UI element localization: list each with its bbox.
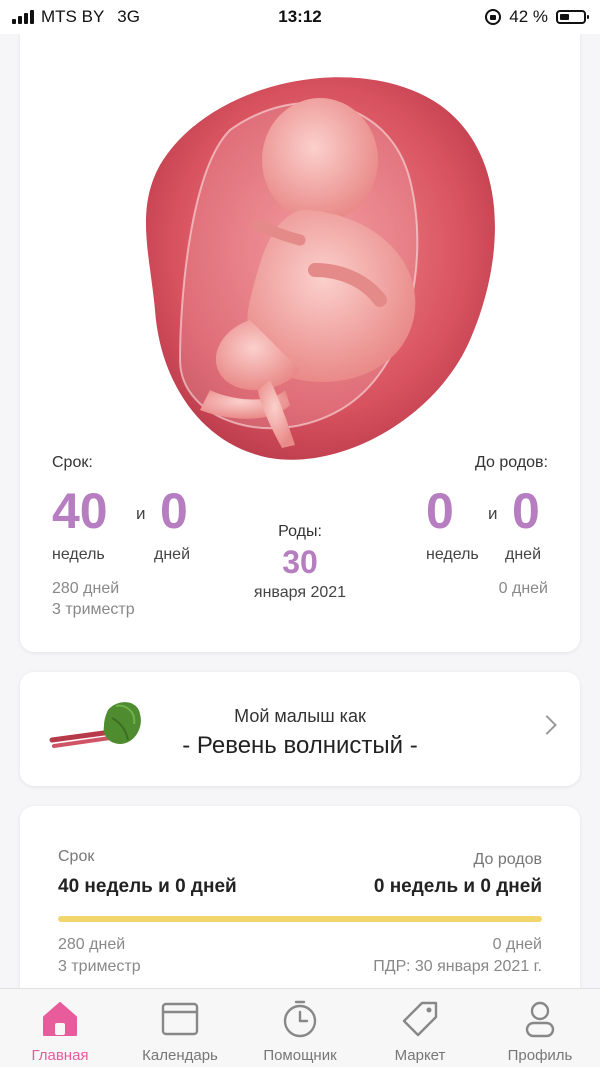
until-weeks-value: 0 — [426, 483, 454, 539]
birth-month-year: января 2021 — [253, 584, 347, 601]
progress-total-days: 280 дней — [58, 936, 126, 953]
tab-profile-label: Профиль — [507, 1047, 573, 1064]
progress-until-value: 0 недель и 0 дней — [373, 876, 542, 897]
progress-trimester: 3 триместр — [58, 958, 141, 975]
tab-market[interactable]: Маркет — [360, 989, 480, 1067]
until-days-unit: дней — [505, 546, 542, 563]
until-weeks-unit: недель — [426, 546, 479, 563]
tab-home-label: Главная — [31, 1047, 89, 1064]
tab-helper[interactable]: Помощник — [240, 989, 360, 1067]
calendar-icon — [161, 1002, 199, 1036]
baby-size-title: Мой малыш как — [234, 706, 366, 726]
orientation-lock-icon — [485, 9, 502, 25]
until-days-value: 0 — [512, 483, 540, 539]
progress-fill — [58, 916, 542, 922]
timer-icon — [283, 1000, 317, 1038]
birth-day: 30 — [282, 544, 318, 580]
tab-calendar-label: Календарь — [142, 1047, 218, 1064]
until-total: 0 дней — [498, 580, 548, 597]
and-label-2: и — [488, 504, 498, 523]
tab-market-label: Маркет — [394, 1047, 446, 1064]
progress-until-days: 0 дней — [492, 936, 542, 953]
battery-icon — [556, 10, 589, 24]
tab-home[interactable]: Главная — [0, 989, 120, 1067]
fetus-image — [145, 77, 495, 460]
progress-term-value: 40 недель и 0 дней — [58, 876, 237, 897]
tab-calendar[interactable]: Календарь — [120, 989, 240, 1067]
tag-icon — [402, 1001, 438, 1037]
home-icon — [43, 1002, 77, 1036]
progress-term-label: Срок — [58, 848, 95, 865]
until-label: До родов: — [475, 454, 548, 471]
progress-bar — [58, 916, 542, 922]
status-right: 42 % — [485, 7, 589, 27]
trimester: 3 триместр — [52, 601, 135, 618]
due-date: ПДР: 30 января 2021 г. — [373, 958, 542, 975]
tab-profile[interactable]: Профиль — [480, 989, 600, 1067]
progress-until-label: До родов — [473, 851, 542, 868]
battery-fill — [560, 14, 570, 20]
pregnancy-card[interactable]: Срок: 40 и 0 недель дней 280 дней 3 трим… — [20, 20, 580, 652]
status-bar: MTS BY 3G 13:12 42 % — [0, 0, 600, 34]
term-label: Срок: — [52, 454, 93, 471]
baby-size-card[interactable]: Мой малыш как - Ревень волнистый - — [20, 672, 580, 786]
battery-percent: 42 % — [509, 7, 548, 26]
tab-bar: Главная Календарь Помощник Маркет Профил… — [0, 988, 600, 1067]
baby-size-name: - Ревень волнистый - — [182, 732, 418, 759]
tab-helper-label: Помощник — [263, 1047, 337, 1064]
progress-card: Срок 40 недель и 0 дней До родов 0 недел… — [20, 806, 580, 1016]
profile-icon — [525, 1001, 555, 1038]
birth-label: Роды: — [278, 523, 322, 540]
and-label: и — [136, 504, 146, 523]
